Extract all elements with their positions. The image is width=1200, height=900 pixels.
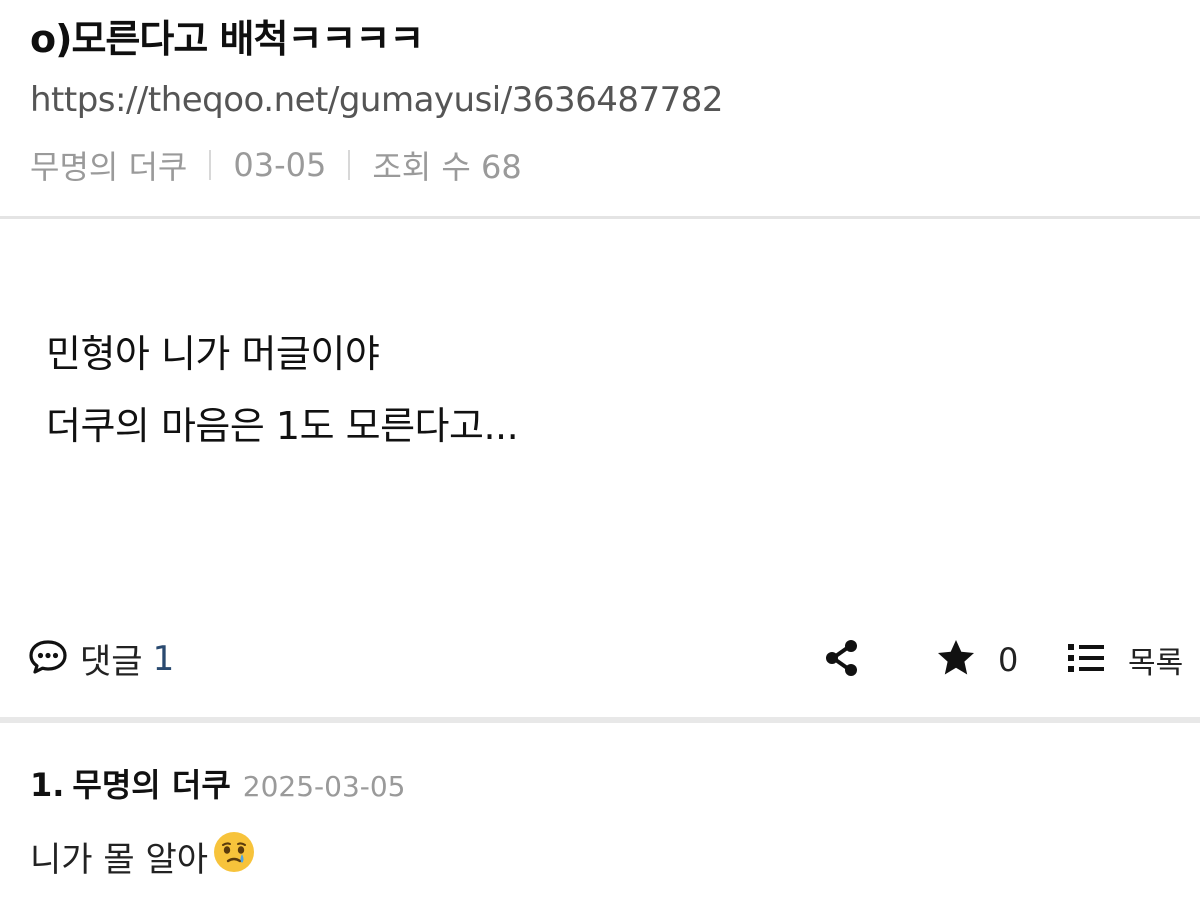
comment-count: 1 bbox=[152, 638, 175, 679]
meta-separator bbox=[348, 150, 351, 180]
comments-divider bbox=[0, 717, 1200, 723]
comment-text: 니가 몰 알아 bbox=[30, 840, 209, 880]
comment-date: 2025-03-05 bbox=[242, 770, 406, 803]
comment-body: 니가 몰 알아 bbox=[30, 830, 1170, 883]
comment-label: 댓글 bbox=[80, 642, 143, 682]
star-count: 0 bbox=[998, 641, 1019, 679]
share-icon bbox=[822, 640, 862, 682]
post-body-line: 민형아 니가 머글이야 bbox=[46, 332, 380, 376]
post-title: o)모른다고 배척ㅋㅋㅋㅋ bbox=[30, 17, 424, 61]
list-icon bbox=[1066, 640, 1106, 680]
list-label: 목록 bbox=[1128, 646, 1184, 681]
post-date: 03-05 bbox=[233, 146, 327, 184]
list-button[interactable]: 목록 bbox=[1066, 638, 1183, 682]
star-icon bbox=[936, 638, 976, 682]
post-url-link[interactable]: https://theqoo.net/gumayusi/3636487782 bbox=[30, 80, 724, 120]
share-button[interactable] bbox=[822, 638, 862, 682]
comment-button[interactable]: 댓글 1 bbox=[28, 634, 174, 683]
comment-number: 1. bbox=[30, 766, 65, 804]
comment-author: 무명의 더쿠 bbox=[72, 766, 231, 804]
comment-header: 1. 무명의 더쿠 2025-03-05 bbox=[30, 760, 1170, 806]
post-author: 무명의 더쿠 bbox=[30, 148, 188, 186]
meta-separator bbox=[209, 150, 212, 180]
post-body: 민형아 니가 머글이야 더쿠의 마음은 1도 모른다고... bbox=[46, 318, 519, 462]
post-views: 조회 수 68 bbox=[372, 148, 522, 186]
post-header: o)모른다고 배척ㅋㅋㅋㅋ https://theqoo.net/gumayus… bbox=[0, 0, 1200, 218]
star-button[interactable]: 0 bbox=[936, 638, 1018, 682]
post-action-bar: 댓글 1 0 목록 bbox=[0, 620, 1200, 700]
face-holding-back-tears-icon bbox=[212, 830, 256, 883]
header-divider bbox=[0, 216, 1200, 219]
comment-item: 1. 무명의 더쿠 2025-03-05 니가 몰 알아 bbox=[30, 760, 1170, 883]
speech-bubble-icon bbox=[28, 639, 68, 679]
post-meta: 무명의 더쿠 03-05 조회 수 68 bbox=[30, 142, 522, 188]
post-body-line: 더쿠의 마음은 1도 모른다고... bbox=[46, 404, 519, 448]
